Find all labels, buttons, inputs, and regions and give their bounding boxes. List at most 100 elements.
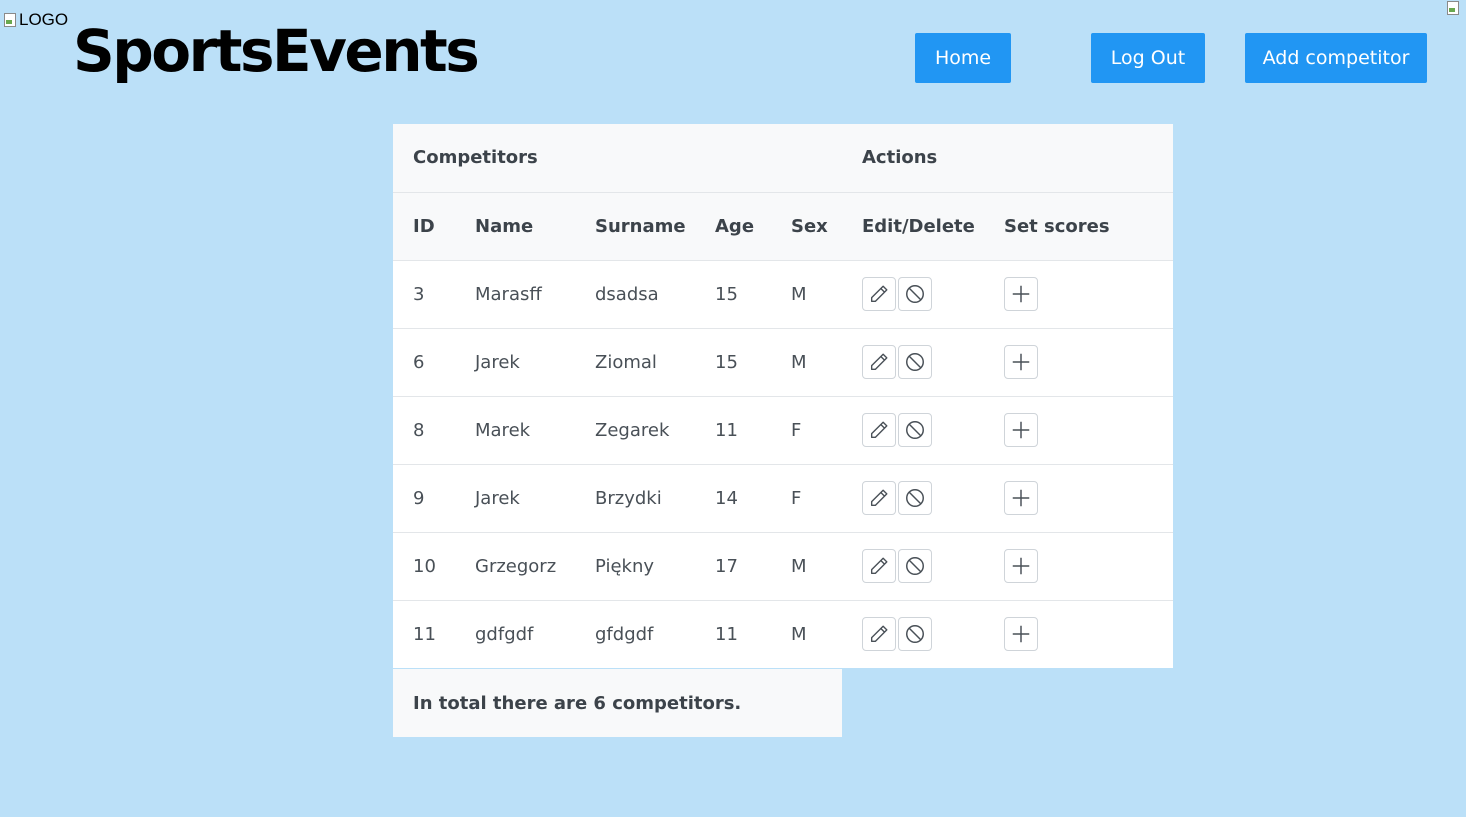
cell-age: 11 <box>715 599 791 668</box>
pencil-icon <box>870 557 888 575</box>
cell-sex: M <box>791 599 862 668</box>
logout-button[interactable]: Log Out <box>1091 33 1205 83</box>
plus-icon <box>1012 353 1030 371</box>
brand-title: SportsEvents <box>73 17 480 85</box>
edit-button[interactable] <box>862 277 896 311</box>
cell-surname: gfdgdf <box>595 599 715 668</box>
cell-set-scores <box>1004 599 1173 668</box>
pencil-icon <box>870 285 888 303</box>
table-row: 9 Jarek Brzydki 14 F <box>393 463 1173 532</box>
cell-id: 8 <box>393 395 475 464</box>
edit-button[interactable] <box>862 617 896 652</box>
home-button[interactable]: Home <box>915 33 1011 83</box>
cell-age: 11 <box>715 395 791 464</box>
edit-button[interactable] <box>862 481 896 515</box>
cell-name: Jarek <box>475 327 595 396</box>
add-competitor-button[interactable]: Add competitor <box>1245 33 1427 83</box>
cell-sex: M <box>791 259 862 328</box>
ban-icon <box>906 421 924 439</box>
cell-surname: Brzydki <box>595 463 715 532</box>
col-id-header: ID <box>393 191 475 260</box>
competitors-table-panel: Competitors Actions ID Name Surname Age … <box>393 124 1173 668</box>
cell-age: 15 <box>715 259 791 328</box>
actions-group-header: Actions <box>862 124 1173 192</box>
cell-sex: M <box>791 327 862 396</box>
logo-image: LOGO <box>3 10 68 30</box>
cell-set-scores <box>1004 463 1173 532</box>
cell-set-scores <box>1004 395 1173 464</box>
table-row: 3 Marasff dsadsa 15 M <box>393 259 1173 328</box>
cell-id: 3 <box>393 259 475 328</box>
table-row: 8 Marek Zegarek 11 F <box>393 395 1173 464</box>
pencil-icon <box>870 489 888 507</box>
col-sex-header: Sex <box>791 191 862 260</box>
table-row: 11 gdfgdf gfdgdf 11 M <box>393 599 1173 668</box>
cell-surname: Zegarek <box>595 395 715 464</box>
pencil-icon <box>870 625 888 643</box>
competitors-group-header: Competitors <box>393 124 862 192</box>
set-scores-button[interactable] <box>1004 413 1038 447</box>
cell-id: 11 <box>393 599 475 668</box>
competitors-table: Competitors Actions ID Name Surname Age … <box>393 124 1173 668</box>
ban-icon <box>906 557 924 575</box>
cell-edit-delete <box>862 463 1004 532</box>
col-set-scores-header: Set scores <box>1004 191 1173 260</box>
delete-button[interactable] <box>898 345 932 379</box>
cell-set-scores <box>1004 259 1173 328</box>
plus-icon <box>1012 557 1030 575</box>
cell-sex: F <box>791 395 862 464</box>
set-scores-button[interactable] <box>1004 549 1038 583</box>
cell-set-scores <box>1004 531 1173 600</box>
cell-surname: Piękny <box>595 531 715 600</box>
cell-age: 15 <box>715 327 791 396</box>
delete-button[interactable] <box>898 549 932 583</box>
cell-sex: M <box>791 531 862 600</box>
edit-button[interactable] <box>862 345 896 379</box>
cell-name: Marek <box>475 395 595 464</box>
cell-id: 10 <box>393 531 475 600</box>
ban-icon <box>906 489 924 507</box>
cell-sex: F <box>791 463 862 532</box>
delete-button[interactable] <box>898 481 932 515</box>
logo-alt-text: LOGO <box>19 10 69 29</box>
pencil-icon <box>870 353 888 371</box>
cell-edit-delete <box>862 531 1004 600</box>
cell-set-scores <box>1004 327 1173 396</box>
ban-icon <box>906 625 924 644</box>
col-name-header: Name <box>475 191 595 260</box>
set-scores-button[interactable] <box>1004 481 1038 515</box>
total-count-footer: In total there are 6 competitors. <box>393 669 842 737</box>
table-column-header: ID Name Surname Age Sex Edit/Delete Set … <box>393 191 1173 260</box>
cell-edit-delete <box>862 599 1004 668</box>
set-scores-button[interactable] <box>1004 345 1038 379</box>
edit-button[interactable] <box>862 413 896 447</box>
cell-name: Grzegorz <box>475 531 595 600</box>
set-scores-button[interactable] <box>1004 277 1038 311</box>
plus-icon <box>1012 489 1030 507</box>
ban-icon <box>906 353 924 371</box>
table-row: 10 Grzegorz Piękny 17 M <box>393 531 1173 600</box>
pencil-icon <box>870 421 888 439</box>
ban-icon <box>906 285 924 303</box>
plus-icon <box>1012 285 1030 303</box>
delete-button[interactable] <box>898 277 932 311</box>
set-scores-button[interactable] <box>1004 617 1038 652</box>
table-group-header: Competitors Actions <box>393 124 1173 192</box>
cell-edit-delete <box>862 259 1004 328</box>
broken-image-icon <box>3 12 17 28</box>
edit-button[interactable] <box>862 549 896 583</box>
cell-name: Marasff <box>475 259 595 328</box>
table-row: 6 Jarek Ziomal 15 M <box>393 327 1173 396</box>
cell-name: gdfgdf <box>475 599 595 668</box>
cell-surname: Ziomal <box>595 327 715 396</box>
col-surname-header: Surname <box>595 191 715 260</box>
delete-button[interactable] <box>898 413 932 447</box>
cell-surname: dsadsa <box>595 259 715 328</box>
col-age-header: Age <box>715 191 791 260</box>
plus-icon <box>1012 626 1030 643</box>
cell-age: 17 <box>715 531 791 600</box>
delete-button[interactable] <box>898 617 932 652</box>
plus-icon <box>1012 421 1030 439</box>
col-edit-delete-header: Edit/Delete <box>862 191 1004 260</box>
cell-age: 14 <box>715 463 791 532</box>
